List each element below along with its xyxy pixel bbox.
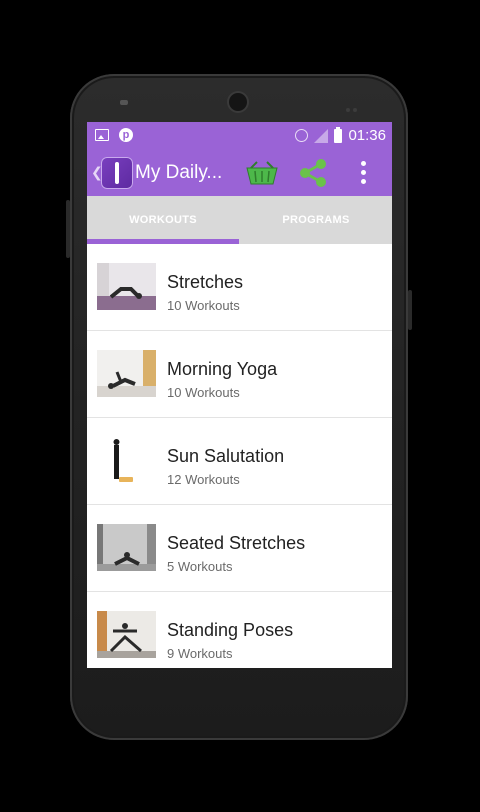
share-icon[interactable] <box>297 158 329 188</box>
list-item-subtitle: 10 Workouts <box>167 385 240 400</box>
morning-yoga-thumbnail <box>97 350 156 397</box>
list-item-morning-yoga[interactable]: Morning Yoga 10 Workouts <box>87 331 392 418</box>
status-time: 01:36 <box>348 127 386 144</box>
app-logo-icon[interactable] <box>101 157 133 189</box>
front-camera <box>229 93 247 111</box>
list-item-title: Morning Yoga <box>167 359 278 379</box>
list-item-subtitle: 12 Workouts <box>167 472 240 487</box>
action-bar: ❮ My Daily... <box>87 150 392 196</box>
battery-charging-icon <box>334 126 343 143</box>
app-screen: p 01:36 ❮ My Daily... WORKOUTS PROGRAMS … <box>87 122 392 668</box>
list-item-standing-poses[interactable]: Standing Poses 9 Workouts <box>87 592 392 668</box>
sun-salutation-thumbnail <box>97 437 156 484</box>
phone-side-button <box>66 200 70 258</box>
pinterest-icon: p <box>119 128 133 142</box>
status-bar: p 01:36 <box>87 122 392 150</box>
stretches-thumbnail <box>97 263 156 310</box>
list-item-title: Stretches <box>167 272 244 292</box>
basket-icon[interactable] <box>245 160 279 186</box>
earpiece <box>120 100 128 105</box>
tab-programs[interactable]: PROGRAMS <box>240 196 392 244</box>
workout-list: Stretches 10 Workouts Morning Yoga 10 Wo… <box>87 244 392 668</box>
standing-poses-thumbnail <box>97 611 156 658</box>
alarm-icon <box>295 129 309 142</box>
list-item-title: Sun Salutation <box>167 446 285 466</box>
list-item-title: Standing Poses <box>167 620 294 640</box>
list-item-title: Seated Stretches <box>167 533 306 553</box>
tab-bar: WORKOUTS PROGRAMS <box>87 196 392 244</box>
list-item-sun-salutation[interactable]: Sun Salutation 12 Workouts <box>87 418 392 505</box>
app-title[interactable]: My Daily... <box>135 162 222 184</box>
seated-stretches-thumbnail <box>97 524 156 571</box>
signal-icon <box>314 128 329 143</box>
tab-workouts[interactable]: WORKOUTS <box>87 196 239 244</box>
list-item-subtitle: 5 Workouts <box>167 559 233 574</box>
list-item-seated-stretches[interactable]: Seated Stretches 5 Workouts <box>87 505 392 592</box>
sensors <box>346 99 366 112</box>
phone-side-button <box>408 290 412 330</box>
list-item-subtitle: 10 Workouts <box>167 298 240 313</box>
overflow-menu-icon[interactable] <box>361 161 367 185</box>
gallery-icon <box>95 129 109 141</box>
list-item-stretches[interactable]: Stretches 10 Workouts <box>87 244 392 331</box>
list-item-subtitle: 9 Workouts <box>167 646 233 661</box>
